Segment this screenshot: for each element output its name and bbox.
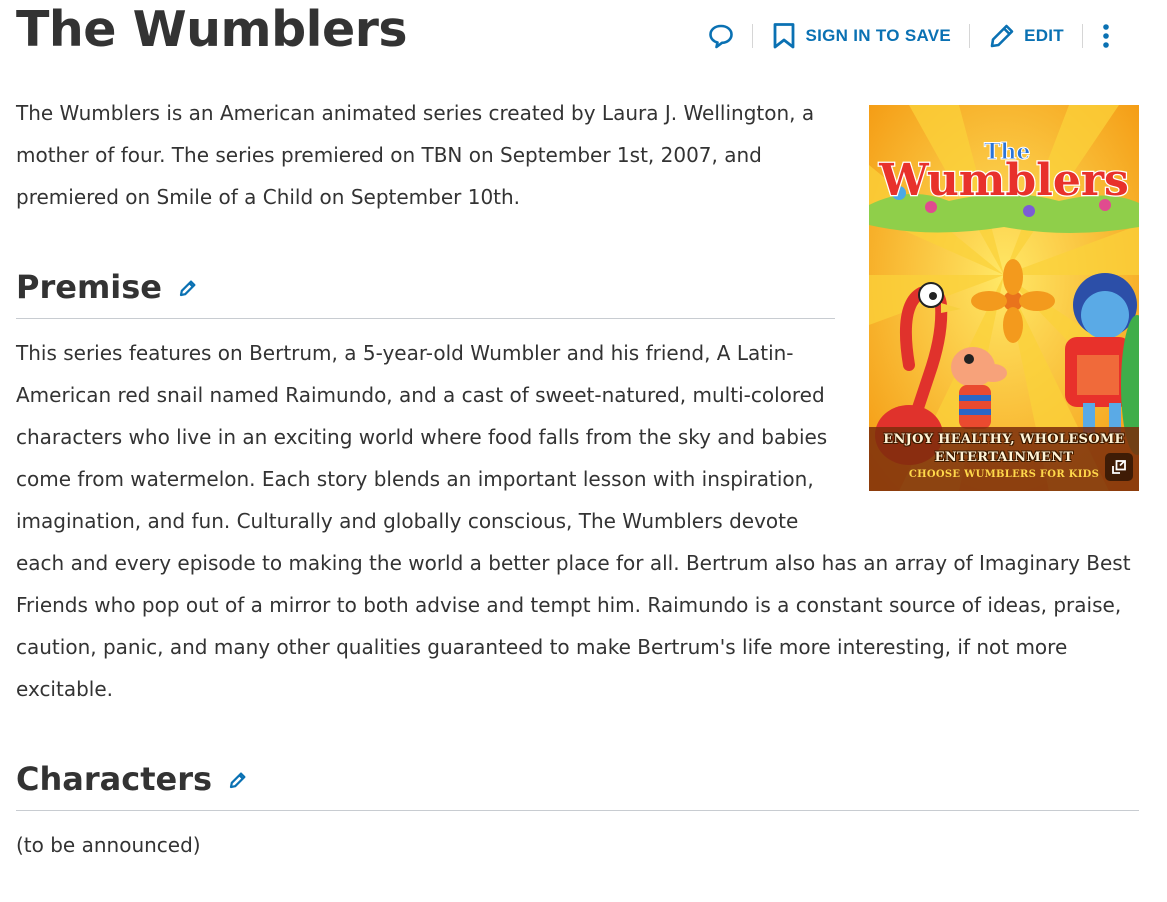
- section-heading-characters: Characters: [16, 754, 248, 804]
- section-divider: [16, 810, 1139, 811]
- edit-button[interactable]: EDIT: [988, 22, 1064, 50]
- page-toolbar: SIGN IN TO SAVE EDIT: [708, 18, 1111, 54]
- page-title: The Wumblers: [16, 1, 408, 58]
- section-divider: [16, 318, 835, 319]
- poster-logo: Wumblers: [878, 155, 1129, 206]
- edit-section-pencil-icon[interactable]: [228, 760, 248, 798]
- speech-bubble-icon: [708, 23, 734, 49]
- section-heading-label: Premise: [16, 268, 162, 306]
- poster-tagline-line1: ENJOY HEALTHY, WHOLESOME: [883, 432, 1125, 447]
- expand-image-button[interactable]: [1105, 453, 1133, 481]
- characters-paragraph: (to be announced): [16, 833, 201, 857]
- section-heading-premise: Premise: [16, 262, 198, 312]
- expand-image-icon: [1111, 459, 1127, 475]
- kebab-menu-icon: [1101, 22, 1111, 50]
- pencil-icon: [988, 22, 1016, 50]
- edit-label: EDIT: [1024, 26, 1064, 45]
- bookmark-icon: [771, 22, 797, 50]
- toolbar-divider: [969, 24, 971, 48]
- poster-tagline-line3: CHOOSE WUMBLERS FOR KIDS: [908, 469, 1100, 480]
- intro-paragraph: The Wumblers is an American animated ser…: [16, 101, 815, 209]
- sign-in-to-save-label: SIGN IN TO SAVE: [805, 26, 952, 45]
- section-heading-label: Characters: [16, 760, 213, 798]
- poster-tagline-line2: ENTERTAINMENT: [934, 450, 1074, 465]
- more-options-button[interactable]: [1101, 22, 1111, 50]
- comment-button[interactable]: [708, 23, 734, 49]
- toolbar-divider: [1082, 24, 1083, 48]
- sign-in-to-save-button[interactable]: SIGN IN TO SAVE: [771, 22, 951, 50]
- edit-section-pencil-icon[interactable]: [178, 268, 198, 306]
- toolbar-divider: [752, 24, 754, 48]
- poster-tagline: ENJOY HEALTHY, WHOLESOME ENTERTAINMENT: [869, 431, 1139, 467]
- infobox-poster-image[interactable]: The Wumblers ENJOY HEALTHY, WHOLESOME EN…: [869, 105, 1139, 491]
